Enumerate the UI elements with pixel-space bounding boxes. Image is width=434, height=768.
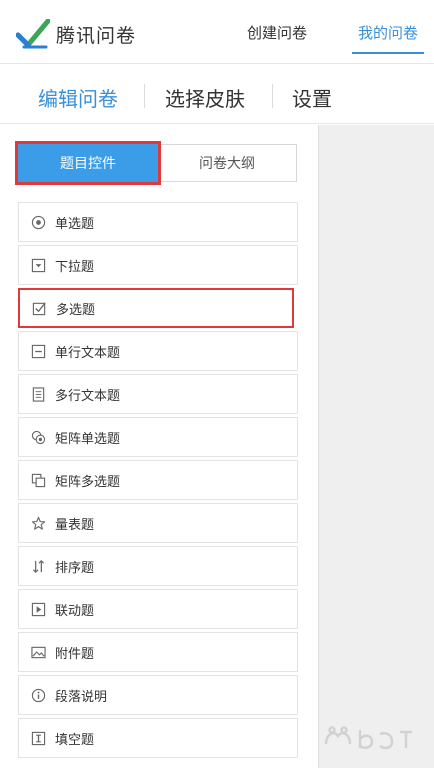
dropdown-icon — [30, 257, 46, 273]
info-icon — [30, 687, 46, 703]
question-type-label: 多行文本题 — [55, 387, 121, 403]
question-type-multi-line-text[interactable]: 多行文本题 — [18, 374, 298, 414]
top-header: 腾讯问卷 创建问卷 我的问卷 — [0, 0, 434, 64]
question-type-matrix-single-choice[interactable]: 矩阵单选题 — [18, 417, 298, 457]
fill-blank-icon — [30, 730, 46, 746]
question-type-label: 矩阵多选题 — [55, 473, 121, 489]
attachment-image-icon — [30, 644, 46, 660]
survey-canvas — [318, 125, 434, 768]
logo-text: 腾讯问卷 — [56, 25, 137, 47]
question-type-label: 填空题 — [55, 731, 95, 747]
question-type-ranking[interactable]: 排序题 — [18, 546, 298, 586]
logo-check-icon — [16, 19, 50, 49]
question-type-paragraph[interactable]: 段落说明 — [18, 675, 298, 715]
question-type-matrix-multiple-choice[interactable]: 矩阵多选题 — [18, 460, 298, 500]
question-type-dropdown[interactable]: 下拉题 — [18, 245, 298, 285]
divider — [144, 84, 145, 108]
sort-icon — [30, 558, 46, 574]
tab-edit-survey[interactable]: 编辑问卷 — [38, 83, 118, 112]
divider — [272, 84, 273, 108]
nav-my-surveys[interactable]: 我的问卷 — [358, 22, 418, 43]
question-type-label: 联动题 — [55, 602, 95, 618]
star-icon — [30, 515, 46, 531]
single-line-text-icon — [30, 343, 46, 359]
tab-question-controls[interactable]: 题目控件 — [18, 144, 158, 182]
question-type-label: 量表题 — [55, 516, 95, 532]
matrix-radio-icon — [30, 429, 46, 445]
question-type-single-line-text[interactable]: 单行文本题 — [18, 331, 298, 371]
tab-survey-outline[interactable]: 问卷大纲 — [158, 144, 297, 182]
question-type-label: 多选题 — [56, 301, 96, 317]
nav-create-survey[interactable]: 创建问卷 — [247, 22, 307, 43]
active-nav-underline — [352, 52, 424, 54]
multi-line-text-icon — [30, 386, 46, 402]
baidu-jingyan-watermark — [318, 716, 418, 760]
question-type-label: 排序题 — [55, 559, 95, 575]
logo[interactable]: 腾讯问卷 — [16, 18, 136, 50]
question-type-list: 单选题 下拉题 多选题 单行文本题 多行文本题 矩阵单选题 矩阵多选题 量表题 … — [18, 202, 298, 761]
matrix-checkbox-icon — [30, 472, 46, 488]
tab-settings[interactable]: 设置 — [292, 83, 332, 112]
question-type-single-choice[interactable]: 单选题 — [18, 202, 298, 242]
question-type-scale[interactable]: 量表题 — [18, 503, 298, 543]
tab-choose-skin[interactable]: 选择皮肤 — [165, 83, 245, 112]
question-type-label: 附件题 — [55, 645, 95, 661]
question-type-label: 单行文本题 — [55, 344, 121, 360]
question-type-multiple-choice[interactable]: 多选题 — [18, 288, 294, 328]
question-type-linked[interactable]: 联动题 — [18, 589, 298, 629]
linked-icon — [30, 601, 46, 617]
question-controls-panel: 题目控件 问卷大纲 单选题 下拉题 多选题 单行文本题 多行文本题 矩阵单选题 … — [0, 125, 318, 768]
question-type-fill-blank[interactable]: 填空题 — [18, 718, 298, 758]
checkbox-icon — [31, 300, 47, 316]
question-type-label: 矩阵单选题 — [55, 430, 121, 446]
question-type-attachment[interactable]: 附件题 — [18, 632, 298, 672]
question-type-label: 段落说明 — [55, 688, 108, 704]
radio-icon — [30, 214, 46, 230]
editor-subnav: 编辑问卷 选择皮肤 设置 — [0, 64, 434, 124]
watermark-logo-icon — [324, 726, 412, 750]
question-type-label: 下拉题 — [55, 258, 95, 274]
question-type-label: 单选题 — [55, 215, 95, 231]
